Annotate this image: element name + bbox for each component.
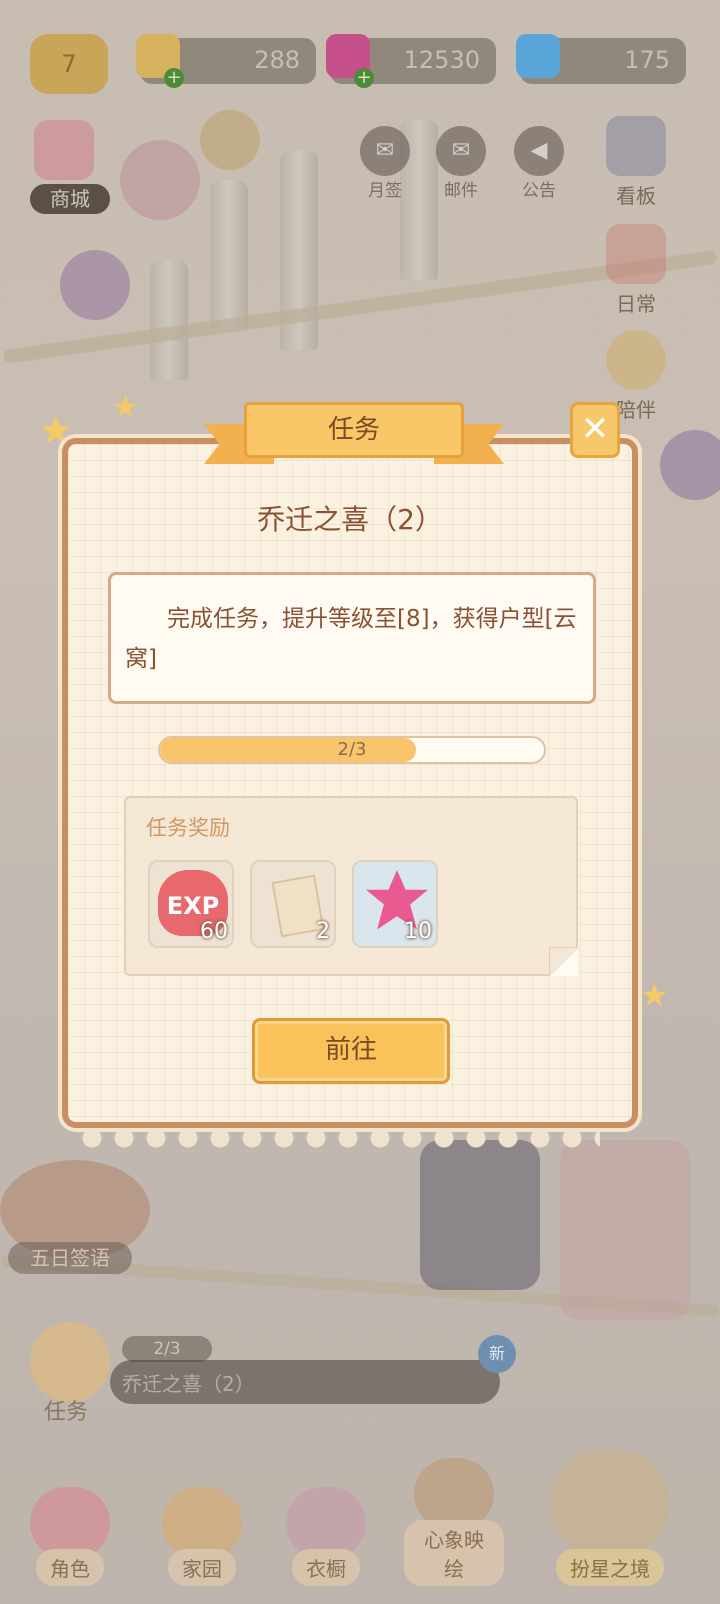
shop-label: 商城	[30, 184, 110, 214]
reward-panel: 任务奖励 EXP 60 2 10	[124, 796, 578, 976]
progress-text: 2/3	[337, 739, 367, 760]
daily-button[interactable]: 日常	[606, 224, 666, 317]
close-button[interactable]: ✕	[570, 402, 620, 458]
nav-star-realm-label: 扮星之境	[556, 1549, 664, 1586]
player-level: 7	[61, 50, 77, 78]
task-label: 任务	[44, 1400, 89, 1425]
nav-home-label: 家园	[168, 1549, 236, 1586]
calendar-icon	[606, 224, 666, 284]
task-button[interactable]	[30, 1322, 110, 1402]
monthly-signin-label: 月签	[368, 181, 402, 201]
mission-title: 乔迁之喜（2）	[257, 503, 443, 536]
resource-bar: 7 + 288 + 12530 175	[30, 34, 690, 94]
bell-resource[interactable]: + 288	[136, 34, 316, 88]
dialog-header-title: 任务	[244, 402, 464, 458]
nav-wardrobe-label: 衣橱	[292, 1549, 360, 1586]
page-fold-decoration	[549, 947, 578, 976]
reward-quantity: 10	[404, 919, 432, 944]
reward-item-star-gem[interactable]: 10	[352, 860, 438, 948]
scalloped-edge-decoration	[80, 1126, 600, 1148]
reward-quantity: 2	[316, 919, 330, 944]
reward-title: 任务奖励	[146, 816, 230, 840]
star-decoration-icon: ★	[640, 976, 669, 1014]
clock-heart-icon	[606, 330, 666, 390]
mail-button[interactable]: ✉ 邮件	[428, 126, 494, 201]
nav-character-label: 角色	[36, 1549, 104, 1586]
nav-star-realm[interactable]: 扮星之境	[545, 1449, 675, 1586]
snowflake-resource[interactable]: 175	[516, 34, 686, 84]
bell-count: 288	[254, 46, 300, 74]
character-portrait-icon	[606, 116, 666, 176]
nav-heart-image[interactable]: 心象映绘	[404, 1458, 504, 1586]
task-progress-count: 2/3	[122, 1336, 212, 1362]
reward-item-decor-card[interactable]: 2	[250, 860, 336, 948]
snowflake-count: 175	[624, 46, 670, 74]
board-button[interactable]: 看板	[606, 116, 666, 209]
monthly-signin-button[interactable]: ✉ 月签	[352, 126, 418, 201]
daily-label: 日常	[616, 292, 656, 316]
current-task-strip[interactable]: 乔迁之喜（2）	[110, 1360, 500, 1404]
snowflake-icon	[516, 34, 560, 78]
nav-wardrobe[interactable]: 衣橱	[276, 1487, 376, 1586]
flower-gem-count: 12530	[403, 46, 480, 74]
signin-event-button[interactable]: 五日签语	[8, 1242, 132, 1274]
notice-label: 公告	[522, 181, 556, 201]
nav-character[interactable]: 角色	[20, 1487, 120, 1586]
star-decoration-icon: ★	[112, 390, 139, 425]
envelope-icon: ✉	[360, 126, 410, 176]
mission-progress-bar: 2/3	[158, 736, 546, 764]
current-task-name: 乔迁之喜（2）	[122, 1372, 255, 1396]
new-badge: 新	[478, 1335, 516, 1373]
mission-description: 完成任务，提升等级至[8]，获得户型[云窝]	[108, 572, 596, 704]
megaphone-icon: ◀	[514, 126, 564, 176]
mail-icon: ✉	[436, 126, 486, 176]
dialog-header-ribbon: 任务	[204, 402, 504, 468]
notice-button[interactable]: ◀ 公告	[506, 126, 572, 201]
gift-box-icon	[34, 120, 94, 180]
shop-button[interactable]	[34, 120, 94, 184]
reward-item-exp[interactable]: EXP 60	[148, 860, 234, 948]
go-button[interactable]: 前往	[252, 1018, 450, 1084]
flower-gem-resource[interactable]: + 12530	[326, 34, 496, 88]
reward-quantity: 60	[200, 919, 228, 944]
mail-label: 邮件	[444, 181, 478, 201]
add-bell-icon[interactable]: +	[164, 68, 184, 88]
clock-icon	[550, 1449, 670, 1559]
nav-heart-image-label: 心象映绘	[404, 1520, 504, 1586]
add-flower-gem-icon[interactable]: +	[354, 68, 374, 88]
board-label: 看板	[616, 184, 656, 208]
player-level-badge[interactable]: 7	[30, 34, 108, 94]
nav-home[interactable]: 家园	[152, 1487, 252, 1586]
